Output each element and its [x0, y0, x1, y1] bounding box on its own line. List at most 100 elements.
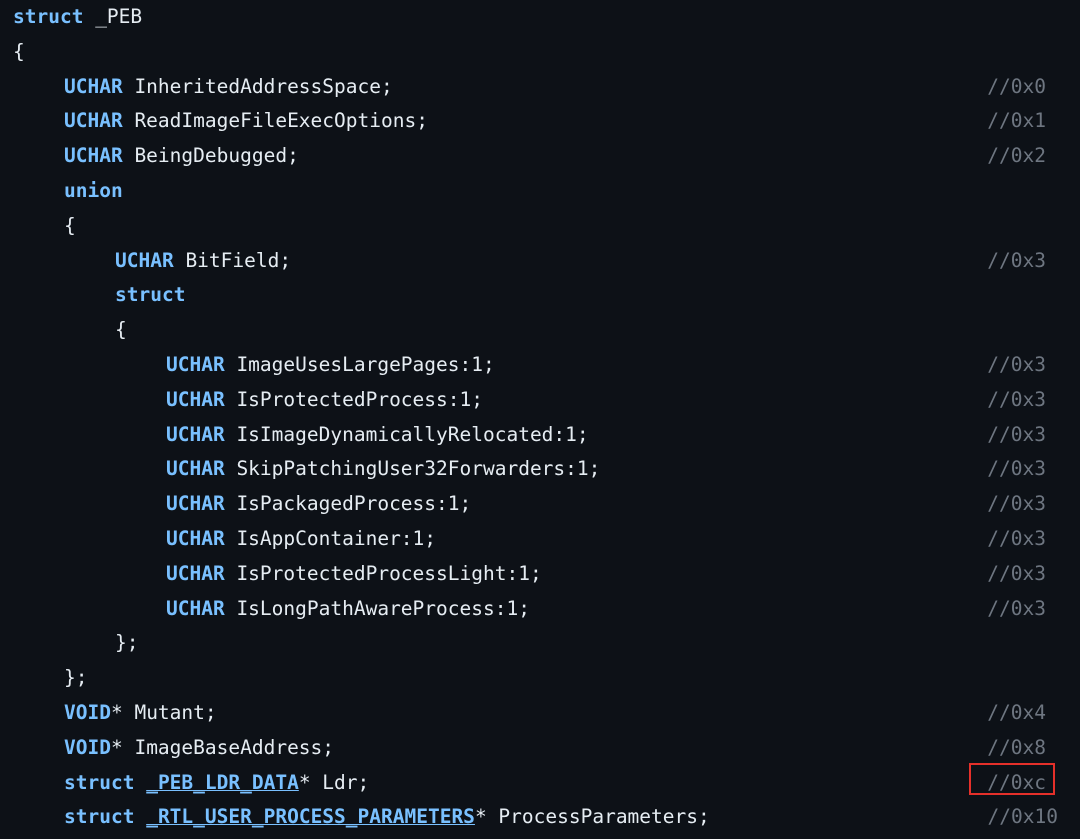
- keyword-token: UCHAR: [166, 561, 225, 585]
- offset-comment: //0x8: [987, 735, 1046, 759]
- code-text: UCHAR BitField;: [115, 244, 291, 279]
- code-token: * ProcessParameters;: [474, 805, 710, 829]
- offset-comment: //0x3: [987, 492, 1046, 516]
- code-text: UCHAR SkipPatchingUser32Forwarders:1;: [166, 452, 600, 487]
- code-line: {: [0, 209, 1080, 244]
- code-line: UCHAR BeingDebugged; //0x2: [0, 139, 1080, 174]
- code-line: UCHAR BitField; //0x3: [0, 244, 1080, 279]
- code-token: IsProtectedProcessLight:1;: [224, 561, 542, 585]
- code-line: struct _PEB_LDR_DATA* Ldr;//0xc: [0, 766, 1080, 801]
- code-text: UCHAR InheritedAddressSpace;: [64, 70, 393, 105]
- code-line: UCHAR InheritedAddressSpace; //0x0: [0, 70, 1080, 105]
- keyword-token: UCHAR: [64, 109, 123, 133]
- keyword-token: VOID: [64, 701, 111, 724]
- code-token: {: [64, 213, 76, 237]
- code-line: UCHAR IsImageDynamicallyRelocated:1; //0x…: [0, 418, 1080, 453]
- code-token: IsAppContainer:1;: [224, 527, 437, 550]
- code-line: UCHAR ReadImageFileExecOptions; //0x1: [0, 104, 1080, 139]
- keyword-token: struct: [64, 805, 135, 829]
- code-text: struct: [115, 278, 185, 313]
- code-token: ImageUsesLargePages:1;: [224, 353, 495, 376]
- offset-comment: //0x3: [987, 422, 1046, 446]
- code-token: IsImageDynamicallyRelocated:1;: [224, 422, 589, 446]
- code-token: * Mutant;: [110, 701, 217, 724]
- keyword-token: struct: [13, 5, 84, 28]
- offset-comment: //0x3: [987, 387, 1046, 411]
- keyword-token: UCHAR: [64, 144, 123, 168]
- code-text: {: [64, 209, 76, 244]
- code-text: {: [13, 35, 25, 70]
- code-text: UCHAR BeingDebugged;: [64, 139, 299, 174]
- code-token: ReadImageFileExecOptions;: [122, 109, 428, 133]
- code-line: UCHAR SkipPatchingUser32Forwarders:1; //0…: [0, 452, 1080, 487]
- keyword-token: UCHAR: [166, 492, 225, 516]
- code-line: union: [0, 174, 1080, 209]
- offset-comment: //0x3: [987, 353, 1046, 376]
- code-token: * Ldr;: [298, 770, 370, 794]
- keyword-token: UCHAR: [166, 457, 225, 481]
- code-token: IsLongPathAwareProcess:1;: [224, 596, 530, 620]
- code-line: };: [0, 661, 1080, 696]
- code-line: UCHAR IsLongPathAwareProcess:1; //0x3: [0, 592, 1080, 627]
- code-text: };: [64, 661, 87, 696]
- code-line: struct _PEB: [0, 0, 1080, 35]
- offset-comment: //0x0: [987, 74, 1046, 98]
- code-text: UCHAR IsLongPathAwareProcess:1;: [166, 592, 530, 627]
- code-text: UCHAR ImageUsesLargePages:1;: [166, 348, 495, 383]
- keyword-token: struct: [64, 770, 135, 794]
- keyword-token: UCHAR: [166, 387, 225, 411]
- code-text: VOID* Mutant;: [64, 696, 217, 731]
- code-line: UCHAR ImageUsesLargePages:1; //0x3: [0, 348, 1080, 383]
- keyword-token: UCHAR: [115, 248, 174, 272]
- keyword-token: _RTL_USER_PROCESS_PARAMETERS: [146, 805, 475, 829]
- code-text: UCHAR IsProtectedProcess:1;: [166, 383, 483, 418]
- keyword-token: UCHAR: [166, 527, 225, 550]
- code-line: struct: [0, 278, 1080, 313]
- code-token: _PEB: [83, 5, 143, 28]
- code-token: IsPackagedProcess:1;: [224, 492, 472, 516]
- code-text: union: [64, 174, 123, 209]
- keyword-token: VOID: [64, 735, 111, 759]
- code-line: };: [0, 626, 1080, 661]
- code-line: UCHAR IsPackagedProcess:1; //0x3: [0, 487, 1080, 522]
- offset-comment: //0x3: [987, 561, 1046, 585]
- code-line: {: [0, 35, 1080, 70]
- offset-comment: //0x2: [987, 144, 1046, 168]
- keyword-token: UCHAR: [166, 422, 225, 446]
- code-text: UCHAR IsProtectedProcessLight:1;: [166, 557, 542, 592]
- code-text: UCHAR IsAppContainer:1;: [166, 522, 436, 557]
- code-text: UCHAR ReadImageFileExecOptions;: [64, 104, 428, 139]
- code-line: UCHAR IsProtectedProcessLight:1; //0x3: [0, 557, 1080, 592]
- keyword-token: UCHAR: [166, 353, 225, 376]
- code-token: {: [13, 39, 25, 63]
- code-token: SkipPatchingUser32Forwarders:1;: [224, 457, 601, 481]
- code-text: UCHAR IsPackagedProcess:1;: [166, 487, 471, 522]
- keyword-token: UCHAR: [64, 74, 123, 98]
- code-token: {: [115, 318, 127, 342]
- code-line: {: [0, 313, 1080, 348]
- code-token: BitField;: [173, 248, 292, 272]
- offset-comment: //0x1: [987, 109, 1046, 133]
- code-line: VOID* Mutant; //0x4: [0, 696, 1080, 731]
- code-token: InheritedAddressSpace;: [122, 74, 393, 98]
- code-token: };: [115, 631, 139, 655]
- code-text: UCHAR IsImageDynamicallyRelocated:1;: [166, 418, 589, 453]
- code-text: };: [115, 626, 138, 661]
- code-viewer: struct _PEB { UCHAR InheritedAddressSpace;…: [0, 0, 1080, 839]
- code-line: VOID* ImageBaseAddress; //0x8: [0, 731, 1080, 766]
- code-line: UCHAR IsProtectedProcess:1; //0x3: [0, 383, 1080, 418]
- code-line: struct _RTL_USER_PROCESS_PARAMETERS* Pro…: [0, 800, 1080, 835]
- offset-comment: //0x3: [987, 527, 1046, 550]
- code-token: * ImageBaseAddress;: [110, 735, 335, 759]
- code-text: struct _PEB_LDR_DATA* Ldr;: [64, 766, 369, 801]
- code-token: };: [64, 666, 88, 690]
- code-text: VOID* ImageBaseAddress;: [64, 731, 334, 766]
- keyword-token: _PEB_LDR_DATA: [146, 770, 299, 794]
- code-text: struct _RTL_USER_PROCESS_PARAMETERS* Pro…: [64, 800, 710, 835]
- code-line: UCHAR IsAppContainer:1; //0x3: [0, 522, 1080, 557]
- offset-comment: //0x3: [987, 457, 1046, 481]
- offset-comment: //0x3: [987, 248, 1046, 272]
- offset-comment: //0x3: [987, 596, 1046, 620]
